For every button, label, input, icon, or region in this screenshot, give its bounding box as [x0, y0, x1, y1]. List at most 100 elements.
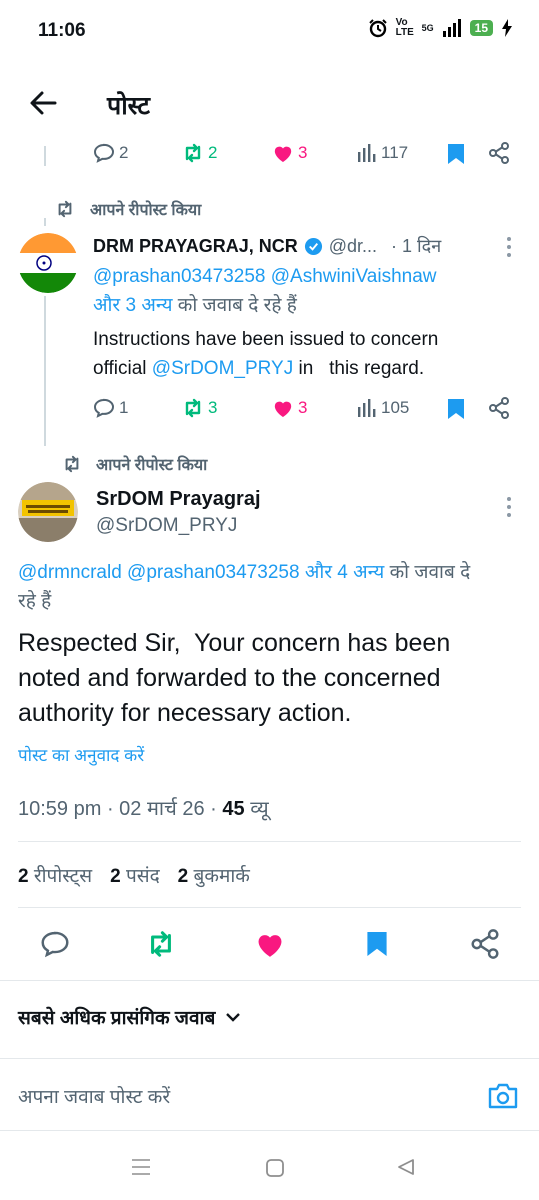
views-icon — [358, 399, 376, 417]
post1-text: Instructions have been issued to concern… — [93, 325, 533, 383]
heart-icon — [274, 401, 292, 418]
post2-author-name[interactable]: SrDOM Prayagraj — [96, 488, 261, 511]
status-icons: Vo LTE 5G 15 — [368, 18, 513, 38]
post2-stats: 2 रीपोस्ट्स 2 पसंद 2 बुकमार्क — [18, 862, 250, 888]
post1-time: · 1 दिन — [391, 236, 442, 256]
stat-reposts[interactable]: 2 रीपोस्ट्स — [18, 862, 92, 888]
post2-reply-suffix: को जवाब दे — [389, 562, 471, 583]
status-time: 11:06 — [38, 20, 86, 41]
repost-label-2: आपने रीपोस्ट किया — [62, 453, 207, 475]
repost-icon — [185, 143, 201, 163]
post2-views-label: व्यू — [244, 798, 269, 820]
reply-count: 2 — [119, 143, 129, 162]
share-icon[interactable] — [488, 397, 510, 419]
recent-apps-icon[interactable] — [131, 1158, 151, 1176]
network-indicator: 5G — [421, 23, 434, 33]
bookmark-icon[interactable] — [446, 398, 466, 420]
avatar-drm[interactable] — [18, 233, 78, 293]
verified-badge-icon — [304, 237, 322, 255]
battery-indicator: 15 — [469, 20, 493, 36]
post2-reply-context: @drmncrald @prashan03473258 और 4 अन्य को… — [18, 558, 539, 587]
repost-button-top[interactable]: 2 — [182, 143, 217, 163]
post1-reply-suffix: को जवाब दे रहे हैं — [177, 295, 297, 316]
back-nav-icon[interactable] — [396, 1157, 416, 1177]
reply-icon — [93, 398, 115, 418]
post1-author-name[interactable]: DRM PRAYAGRAJ, NCR — [93, 236, 298, 257]
volte-indicator: Vo LTE — [395, 17, 414, 38]
like-button-1[interactable]: 3 — [272, 398, 307, 418]
reply-icon — [93, 143, 115, 163]
views-button-top[interactable]: 117 — [357, 143, 408, 163]
divider — [0, 980, 539, 981]
stat-bookmarks[interactable]: 2 बुकमार्क — [178, 862, 250, 888]
sort-dropdown[interactable]: सबसे अधिक प्रासंगिक जवाब — [18, 1004, 241, 1030]
post2-text-line3: authority for necessary action. — [18, 699, 352, 727]
stat-likes[interactable]: 2 पसंद — [110, 862, 160, 888]
more-options-icon[interactable] — [506, 236, 512, 263]
repost-label-text: आपने रीपोस्ट किया — [90, 202, 202, 219]
reply-count: 1 — [119, 398, 129, 417]
post1-others[interactable]: और 3 अन्य — [93, 295, 172, 316]
like-button-top[interactable]: 3 — [272, 143, 307, 163]
repost-icon — [185, 398, 201, 418]
divider — [0, 1058, 539, 1059]
like-count: 3 — [298, 398, 308, 417]
repost-button-1[interactable]: 3 — [182, 398, 217, 418]
post1-text-prefix: official — [93, 358, 152, 379]
divider — [18, 841, 521, 842]
post2-mentions[interactable]: @drmncrald @prashan03473258 — [18, 562, 300, 583]
post2-timestamp: 10:59 pm · 02 मार्च 26 · — [18, 798, 223, 820]
thread-line-mid — [44, 218, 46, 226]
post2-views-count: 45 — [222, 798, 245, 820]
thread-line-post1 — [44, 296, 46, 446]
bookmark-icon[interactable] — [446, 143, 466, 165]
home-icon[interactable] — [265, 1158, 285, 1178]
views-count: 105 — [381, 398, 410, 417]
share-icon[interactable] — [470, 929, 500, 959]
page-title: पोस्ट — [107, 92, 151, 120]
thread-line-top — [44, 146, 46, 166]
repost-icon[interactable] — [145, 930, 177, 958]
sort-label: सबसे अधिक प्रासंगिक जवाब — [18, 1008, 216, 1029]
heart-icon[interactable] — [254, 930, 286, 958]
post1-text-line1: Instructions have been issued to concern — [93, 329, 439, 350]
like-count: 3 — [298, 143, 308, 162]
views-count: 117 — [381, 143, 409, 162]
reply-input[interactable]: अपना जवाब पोस्ट करें — [18, 1083, 170, 1109]
post2-text-line2: noted and forwarded to the concerned — [18, 664, 441, 692]
post2-text: Respected Sir, Your concern has been not… — [18, 626, 533, 731]
charging-icon — [502, 19, 512, 37]
camera-icon[interactable] — [487, 1082, 519, 1110]
reply-button-top[interactable]: 2 — [93, 143, 128, 163]
heart-icon — [274, 146, 292, 163]
post2-timestamp-row: 10:59 pm · 02 मार्च 26 · 45 व्यू — [18, 794, 269, 821]
more-options-icon[interactable] — [506, 496, 512, 523]
avatar-srdom[interactable] — [18, 482, 78, 542]
post2-handle[interactable]: @SrDOM_PRYJ — [96, 515, 237, 537]
back-arrow-icon[interactable] — [28, 88, 58, 118]
repost-label-text: आपने रीपोस्ट किया — [96, 457, 208, 474]
post2-text-line1: Respected Sir, Your concern has been — [18, 629, 451, 657]
signal-icon — [442, 19, 461, 37]
views-icon — [358, 144, 376, 162]
post1-mentions[interactable]: @prashan03473258 @AshwiniVaishnaw — [93, 266, 437, 287]
share-icon[interactable] — [488, 142, 510, 164]
post2-reply-suffix2: रहे हैं — [18, 591, 52, 612]
translate-link[interactable]: पोस्ट का अनुवाद करें — [18, 743, 144, 766]
reply-button-1[interactable]: 1 — [93, 398, 128, 418]
alarm-icon — [368, 19, 387, 38]
views-button-1[interactable]: 105 — [357, 398, 409, 418]
chevron-down-icon — [226, 1013, 241, 1022]
post1-header: DRM PRAYAGRAJ, NCR @dr... · 1 दिन — [93, 234, 523, 258]
post1-handle[interactable]: @dr... — [329, 236, 377, 257]
repost-label-1: आपने रीपोस्ट किया — [54, 198, 201, 220]
bookmark-icon[interactable] — [365, 929, 389, 959]
repost-count: 3 — [208, 398, 218, 417]
post2-others[interactable]: और 4 अन्य — [305, 562, 384, 583]
divider — [18, 907, 521, 908]
post1-text-mention[interactable]: @SrDOM_PRYJ — [152, 358, 293, 379]
reply-icon[interactable] — [40, 930, 70, 958]
post1-text-suffix: in this regard. — [293, 358, 425, 379]
post1-reply-context: @prashan03473258 @AshwiniVaishnaw और 3 अ… — [93, 262, 523, 320]
divider — [0, 1130, 539, 1131]
